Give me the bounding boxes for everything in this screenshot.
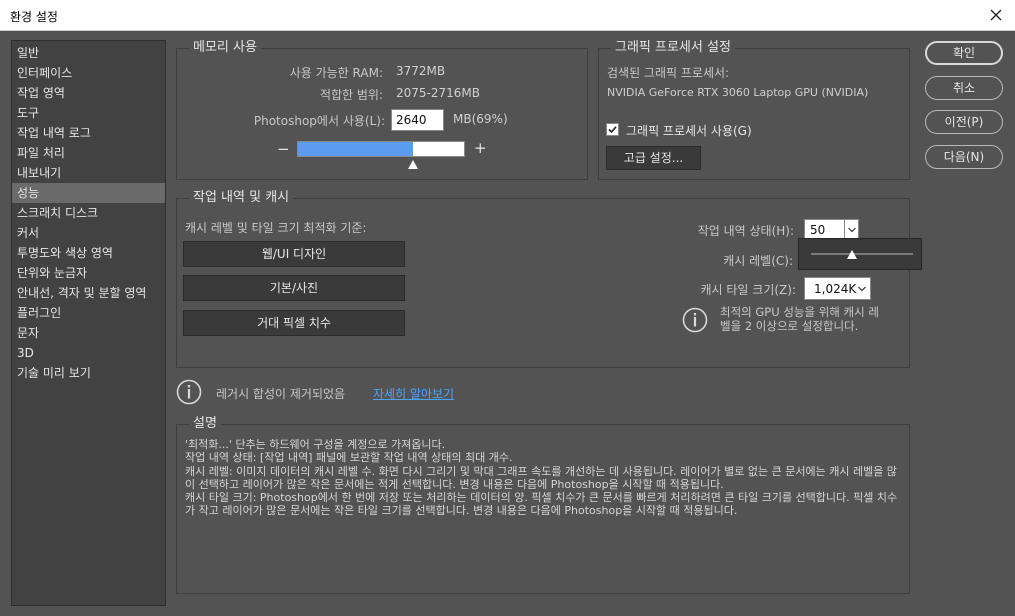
history-states-label: 작업 내역 상태(H): <box>697 224 794 238</box>
sidebar-item-file-handling[interactable]: 파일 처리 <box>12 143 165 163</box>
sidebar-item-cursors[interactable]: 커서 <box>12 223 165 243</box>
memory-amount-input[interactable]: 2640 <box>391 109 444 131</box>
gpu-settings-title: 그래픽 프로세서 설정 <box>611 40 735 56</box>
sidebar-item-transparency[interactable]: 투명도와 색상 영역 <box>12 243 165 263</box>
description-line: 캐시 레벨: 이미지 데이터의 캐시 레벨 수. 화면 다시 그리기 및 막대 … <box>185 464 897 491</box>
huge-pixel-button[interactable]: 거대 픽셀 치수 <box>183 310 405 336</box>
learn-more-link[interactable]: 자세히 알아보기 <box>373 385 454 402</box>
use-gpu-checkbox[interactable] <box>606 123 619 136</box>
sidebar-item-type[interactable]: 문자 <box>12 323 165 343</box>
sidebar-item-export[interactable]: 내보내기 <box>12 163 165 183</box>
chevron-down-icon <box>848 227 856 233</box>
optimize-label: 캐시 레벨 및 타일 크기 최적화 기준: <box>185 221 367 235</box>
memory-slider-track[interactable] <box>297 141 465 157</box>
ideal-range-label: 적합한 범위: <box>319 88 383 102</box>
web-ui-design-button[interactable]: 웹/UI 디자인 <box>183 241 405 267</box>
detected-gpu-label: 검색된 그래픽 프로세서: <box>607 66 730 80</box>
available-ram-value: 3772MB <box>396 64 446 78</box>
sidebar-item-guides-grid[interactable]: 안내선, 격자 및 분할 영역 <box>12 283 165 303</box>
tile-size-select[interactable]: 1,024K <box>804 277 871 300</box>
photoshop-use-label: Photoshop에서 사용(L): <box>253 114 385 128</box>
info-icon <box>682 307 708 333</box>
memory-usage-title: 메모리 사용 <box>189 40 261 56</box>
sidebar-item-plugins[interactable]: 플러그인 <box>12 303 165 323</box>
tile-size-value: 1,024K <box>814 282 857 296</box>
description-text: '최적화...' 단추는 하드웨어 구성을 계정으로 가져옵니다. 작업 내역 … <box>185 438 900 518</box>
sidebar-item-scratch-disks[interactable]: 스크래치 디스크 <box>12 203 165 223</box>
cache-levels-popup <box>798 238 922 270</box>
history-states-value: 50 <box>810 223 826 237</box>
sidebar-item-3d[interactable]: 3D <box>12 343 165 363</box>
window-title: 환경 설정 <box>10 10 58 24</box>
cache-levels-slider-track[interactable] <box>811 253 913 255</box>
ok-button[interactable]: 확인 <box>925 41 1003 65</box>
gpu-cache-note: 최적의 GPU 성능을 위해 캐시 레 벨을 2 이상으로 설정합니다. <box>720 305 879 333</box>
chevron-down-icon <box>858 286 866 292</box>
cache-levels-label: 캐시 레벨(C): <box>723 254 793 268</box>
history-states-dropdown[interactable] <box>844 220 858 240</box>
memory-slider-fill <box>298 142 413 156</box>
description-line: '최적화...' 단추는 하드웨어 구성을 계정으로 가져옵니다. <box>185 438 446 451</box>
tile-size-label: 캐시 타일 크기(Z): <box>700 283 797 297</box>
sidebar-item-units-rulers[interactable]: 단위와 눈금자 <box>12 263 165 283</box>
advanced-settings-button[interactable]: 고급 설정... <box>606 146 701 170</box>
memory-slider-handle[interactable] <box>407 160 418 169</box>
previous-button[interactable]: 이전(P) <box>925 110 1003 134</box>
title-bar: 환경 설정 <box>0 0 1015 31</box>
detected-gpu-value: NVIDIA GeForce RTX 3060 Laptop GPU (NVID… <box>607 86 869 99</box>
sidebar-item-history-log[interactable]: 작업 내역 로그 <box>12 123 165 143</box>
sidebar-item-general[interactable]: 일반 <box>12 43 165 63</box>
category-list: 일반 인터페이스 작업 영역 도구 작업 내역 로그 파일 처리 내보내기 성능… <box>11 40 166 606</box>
memory-increase-icon[interactable]: + <box>474 139 487 157</box>
gpu-cache-note-line2: 벨을 2 이상으로 설정합니다. <box>720 319 859 333</box>
sidebar-item-tech-previews[interactable]: 기술 미리 보기 <box>12 363 165 383</box>
use-gpu-label[interactable]: 그래픽 프로세서 사용(G) <box>626 122 752 139</box>
default-photo-button[interactable]: 기본/사진 <box>183 275 405 301</box>
sidebar-item-workspace[interactable]: 작업 영역 <box>12 83 165 103</box>
gpu-cache-note-line1: 최적의 GPU 성능을 위해 캐시 레 <box>720 305 879 319</box>
cache-levels-slider-handle[interactable] <box>847 250 857 259</box>
memory-percent-label: MB(69%) <box>453 112 508 126</box>
history-cache-title: 작업 내역 및 캐시 <box>189 190 294 206</box>
legacy-compositing-notice: 레거시 합성이 제거되었음 <box>216 387 346 401</box>
description-line: 작업 내역 상태: [작업 내역] 패널에 보관할 작업 내역 상태의 최대 개… <box>185 451 513 465</box>
sidebar-item-interface[interactable]: 인터페이스 <box>12 63 165 83</box>
description-line: 캐시 타일 크기: Photoshop에서 한 번에 저장 또는 처리하는 데이… <box>185 491 898 518</box>
available-ram-label: 사용 가능한 RAM: <box>289 66 383 80</box>
info-icon <box>176 379 202 405</box>
next-button[interactable]: 다음(N) <box>925 145 1003 169</box>
sidebar-item-performance[interactable]: 성능 <box>12 183 165 203</box>
close-icon[interactable] <box>985 4 1007 26</box>
cancel-button[interactable]: 취소 <box>925 76 1003 100</box>
description-title: 설명 <box>189 416 221 432</box>
sidebar-item-tools[interactable]: 도구 <box>12 103 165 123</box>
ideal-range-value: 2075-2716MB <box>396 86 480 100</box>
memory-decrease-icon[interactable]: − <box>277 140 290 158</box>
